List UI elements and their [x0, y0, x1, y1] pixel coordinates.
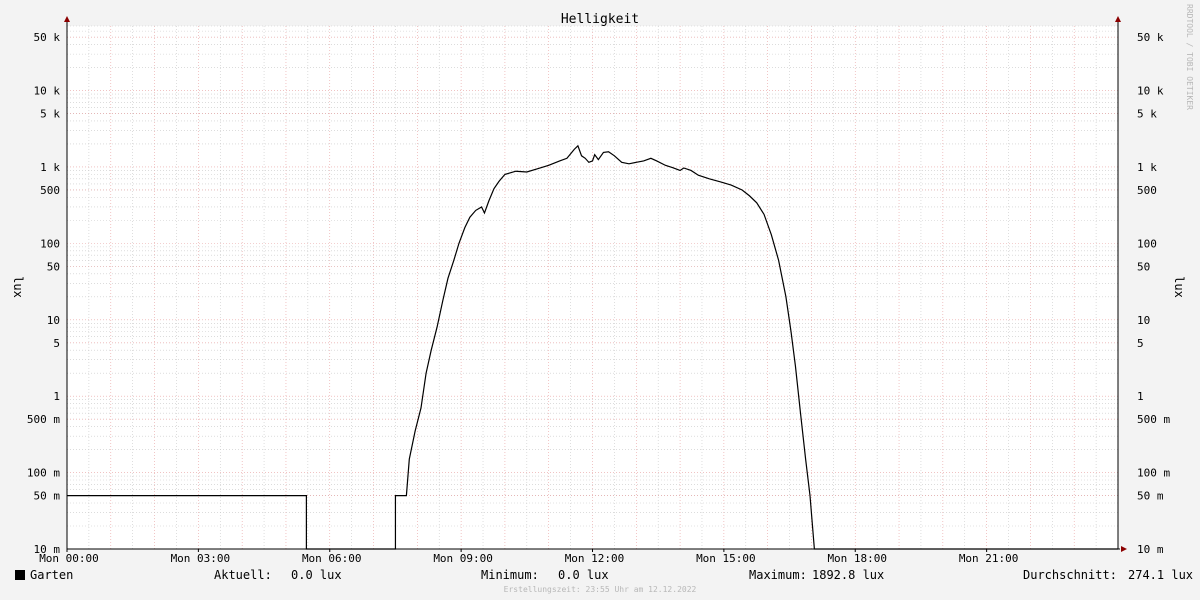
chart-root: 10 m 10 m 50 m 50 m 100 m 100 m 500 m 500 m1155…: [0, 0, 1200, 600]
y-tick-label-left: 500 m: [27, 413, 60, 426]
y-tick-label-right: 100 m: [1137, 467, 1170, 480]
chart-canvas: 10 m 10 m50 m 50 m100 m 100 m500 m 500 m1 15 5…: [11, 4, 1194, 565]
y-axis-left-arrow: [64, 16, 70, 22]
x-tick-label: Mon 06:00: [302, 552, 362, 565]
legend-min-label: Minimum:: [481, 568, 539, 582]
legend-max-value: 1892.8 lux: [812, 568, 885, 582]
y-tick-label-right: 100: [1137, 237, 1157, 250]
y-tick-label-right: 1 k: [1137, 161, 1157, 174]
y-tick-label-left: 1 k: [40, 161, 60, 174]
footer-timestamp: Erstellungszeit: 23:55 Uhr am 12.12.2022: [503, 585, 697, 594]
x-tick-label: Mon 18:00: [827, 552, 887, 565]
y-tick-label-left: 50: [47, 260, 60, 273]
x-tick-label: Mon 03:00: [171, 552, 231, 565]
y-tick-label-left: 5: [53, 337, 60, 350]
y-axis-label-left: lux: [11, 276, 25, 298]
y-tick-label-left: 100 m: [27, 467, 60, 480]
y-tick-label-right: 1: [1137, 390, 1144, 403]
x-tick-label: Mon 12:00: [565, 552, 625, 565]
y-tick-label-right: 10: [1137, 314, 1150, 327]
legend-avg-value: 274.1 lux: [1128, 568, 1194, 582]
y-tick-label-left: 1: [53, 390, 60, 403]
y-tick-label-left: 100: [40, 237, 60, 250]
x-tick-label: Mon 00:00: [39, 552, 99, 565]
y-tick-label-right: 500 m: [1137, 413, 1170, 426]
legend-avg-label: Durchschnitt:: [1023, 568, 1117, 582]
x-axis-arrow: [1121, 546, 1127, 552]
y-tick-label-right: 10 m: [1137, 543, 1164, 556]
legend-series-name: Garten: [30, 568, 74, 582]
x-tick-label: Mon 21:00: [959, 552, 1019, 565]
y-tick-label-right: 50: [1137, 260, 1150, 273]
y-tick-label-left: 50 k: [34, 31, 61, 44]
x-tick-label: Mon 09:00: [433, 552, 493, 565]
legend-min-value: 0.0 lux: [558, 568, 609, 582]
legend-max-label: Maximum:: [749, 568, 807, 582]
y-tick-label-right: 50 k: [1137, 31, 1164, 44]
watermark: RRDTOOL / TOBI OETIKER: [1185, 4, 1194, 110]
chart-title: Helligkeit: [561, 12, 639, 27]
y-tick-label-left: 10 k: [34, 85, 61, 98]
y-tick-label-right: 5 k: [1137, 108, 1157, 121]
y-tick-label-left: 10: [47, 314, 60, 327]
legend-current-value: 0.0 lux: [291, 568, 342, 582]
y-tick-label-left: 5 k: [40, 108, 60, 121]
y-axis-right-arrow: [1115, 16, 1121, 22]
y-tick-label-left: 50 m: [34, 490, 61, 503]
legend-current-label: Aktuell:: [214, 568, 272, 582]
y-tick-label-left: 500: [40, 184, 60, 197]
y-tick-label-right: 10 k: [1137, 85, 1164, 98]
legend-swatch: [15, 570, 25, 580]
x-tick-label: Mon 15:00: [696, 552, 756, 565]
y-tick-label-right: 500: [1137, 184, 1157, 197]
y-tick-label-right: 5: [1137, 337, 1144, 350]
y-axis-label-right: lux: [1172, 276, 1186, 298]
y-tick-label-right: 50 m: [1137, 490, 1164, 503]
